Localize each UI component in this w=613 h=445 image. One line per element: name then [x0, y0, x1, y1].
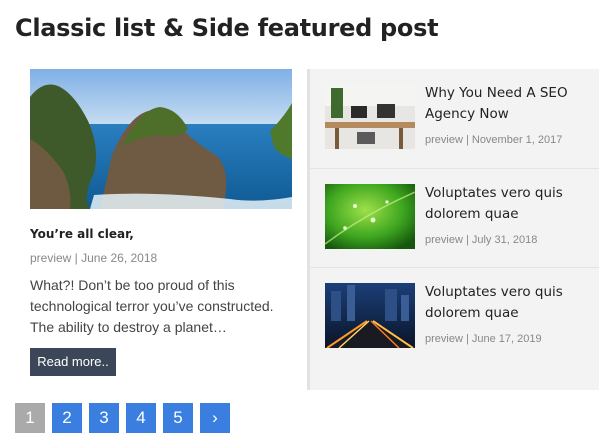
- post-thumbnail[interactable]: [325, 283, 415, 348]
- post-title[interactable]: Voluptates vero quis dolorem quae: [425, 282, 585, 324]
- city-night-thumbnail: [325, 283, 415, 348]
- featured-post-meta: preview | June 26, 2018: [30, 251, 158, 265]
- office-thumbnail: [325, 84, 415, 149]
- side-post-list: Why You Need A SEO Agency Now preview | …: [307, 69, 599, 390]
- page-button-2[interactable]: 2: [52, 403, 82, 433]
- page-button-4[interactable]: 4: [126, 403, 156, 433]
- featured-post-excerpt: What?! Don’t be too proud of this techno…: [30, 277, 274, 335]
- seascape-image: [30, 69, 292, 209]
- featured-post-image[interactable]: [30, 69, 292, 209]
- post-thumbnail[interactable]: [325, 184, 415, 249]
- post-meta: preview | June 17, 2019: [425, 333, 542, 345]
- list-item: Voluptates vero quis dolorem quae previe…: [310, 168, 599, 267]
- featured-post: You’re all clear, preview | June 26, 201…: [30, 69, 292, 376]
- post-thumbnail[interactable]: [325, 84, 415, 149]
- list-item: Voluptates vero quis dolorem quae previe…: [310, 267, 599, 366]
- green-leaf-thumbnail: [325, 184, 415, 249]
- featured-post-title[interactable]: You’re all clear,: [30, 226, 292, 242]
- section-title: Classic list & Side featured post: [15, 14, 439, 42]
- post-title[interactable]: Why You Need A SEO Agency Now: [425, 83, 585, 125]
- next-page-button[interactable]: ›: [200, 403, 230, 433]
- read-more-button[interactable]: Read more..: [30, 348, 116, 376]
- list-item: Why You Need A SEO Agency Now preview | …: [310, 69, 599, 168]
- page-button-1[interactable]: 1: [15, 403, 45, 433]
- page-button-5[interactable]: 5: [163, 403, 193, 433]
- post-title[interactable]: Voluptates vero quis dolorem quae: [425, 183, 585, 225]
- post-meta: preview | November 1, 2017: [425, 134, 563, 146]
- post-meta: preview | July 31, 2018: [425, 234, 538, 246]
- page-button-3[interactable]: 3: [89, 403, 119, 433]
